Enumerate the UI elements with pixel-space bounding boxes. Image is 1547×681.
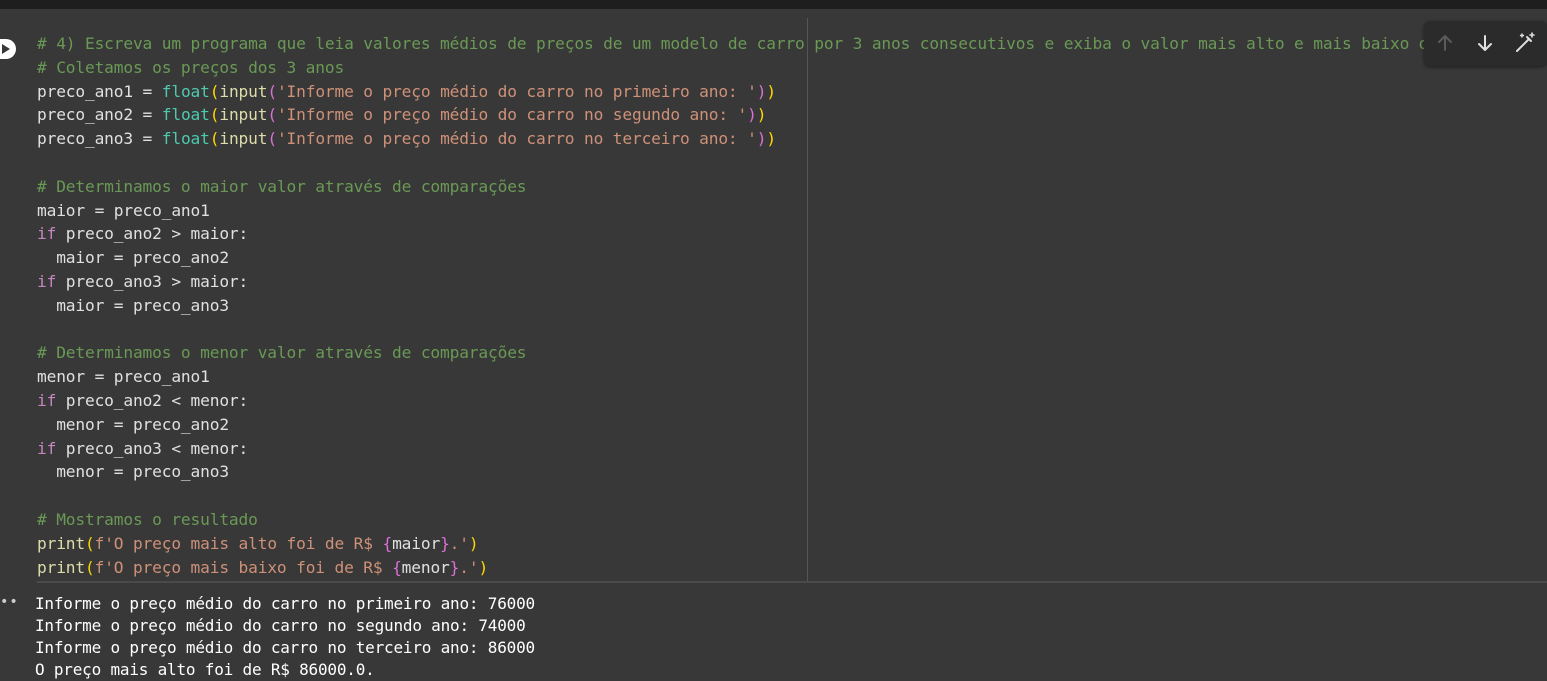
code-line: # Mostramos o resultado [37, 509, 258, 529]
code-lines: # 4) Escreva um programa que leia valore… [37, 32, 1537, 579]
play-icon [2, 44, 10, 54]
code-line: maior = preco_ano3 [37, 295, 229, 315]
code-line: if preco_ano3 < menor: [37, 438, 249, 458]
magic-wand-icon [1516, 32, 1535, 52]
code-line: print(f'O preço mais alto foi de R$ {mai… [37, 533, 479, 553]
code-line: preco_ano1 = float(input('Informe o preç… [37, 81, 776, 101]
code-cell[interactable]: # 4) Escreva um programa que leia valore… [0, 9, 1547, 677]
code-line: if preco_ano3 > maior: [37, 271, 249, 291]
code-line: if preco_ano2 < menor: [37, 390, 249, 410]
output-line: Informe o preço médio do carro no tercei… [35, 638, 535, 657]
run-cell-button[interactable] [0, 39, 16, 59]
code-line: preco_ano3 = float(input('Informe o preç… [37, 129, 776, 149]
code-line: if preco_ano2 > maior: [37, 224, 249, 244]
arrow-down-icon [1478, 35, 1492, 51]
code-line: # Determinamos o menor valor através de … [37, 343, 527, 363]
output-text: Informe o preço médio do carro no primei… [35, 593, 535, 681]
code-line: menor = preco_ano2 [37, 414, 229, 434]
window-top-strip [0, 0, 1547, 9]
code-line: maior = preco_ano1 [37, 200, 210, 220]
code-line: # Determinamos o maior valor através de … [37, 176, 527, 196]
code-line: preco_ano2 = float(input('Informe o preç… [37, 105, 767, 125]
code-line: print(f'O preço mais baixo foi de R$ {me… [37, 557, 489, 577]
ai-edit-button[interactable] [1513, 31, 1537, 55]
code-editor[interactable]: # 4) Escreva um programa que leia valore… [28, 18, 1547, 592]
output-line: Informe o preço médio do carro no primei… [35, 594, 535, 613]
arrow-up-icon [1438, 35, 1452, 51]
output-menu-icon[interactable]: •• [0, 595, 18, 609]
cell-toolbar [1424, 21, 1547, 66]
cell-output: •• Informe o preço médio do carro no pri… [0, 583, 1547, 679]
code-line: menor = preco_ano1 [37, 367, 210, 387]
code-line: menor = preco_ano3 [37, 462, 229, 482]
code-line: maior = preco_ano2 [37, 248, 229, 268]
output-line: O preço mais alto foi de R$ 86000.0. [35, 660, 375, 679]
move-cell-up-button[interactable] [1433, 31, 1457, 55]
output-line: Informe o preço médio do carro no segund… [35, 616, 526, 635]
move-cell-down-button[interactable] [1473, 31, 1497, 55]
code-line: # 4) Escreva um programa que leia valore… [37, 34, 1429, 53]
code-line: # Coletamos os preços dos 3 anos [37, 57, 345, 77]
